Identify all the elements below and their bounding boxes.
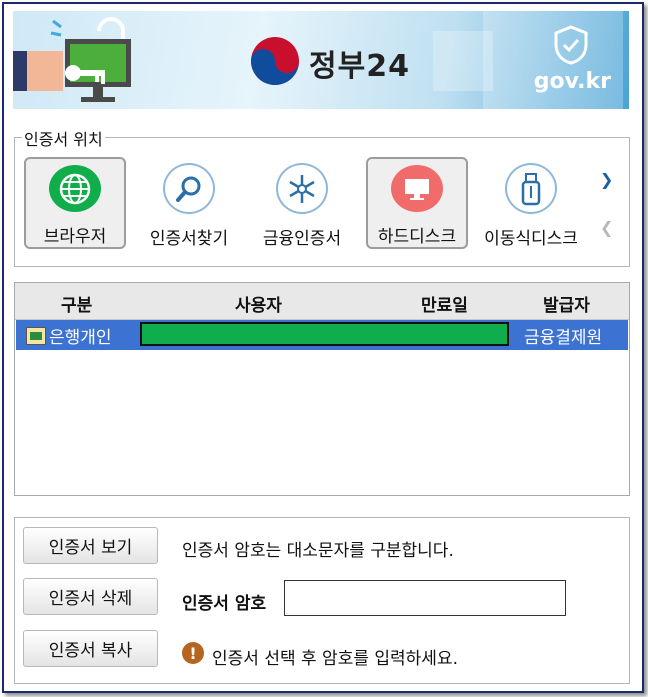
shield-check-icon	[554, 25, 588, 65]
header-user: 사용자	[235, 296, 282, 316]
cert-table-header: 구분 사용자 만료일 발급자	[15, 283, 629, 320]
monitor-icon	[391, 165, 443, 212]
usb-icon	[505, 163, 557, 214]
cert-location-legend: 인증서 위치	[22, 126, 105, 150]
scroll-right-icon[interactable]: ❯	[600, 170, 613, 189]
password-input[interactable]	[284, 580, 566, 616]
copy-cert-button[interactable]: 인증서 복사	[23, 630, 158, 667]
delete-cert-button[interactable]: 인증서 삭제	[23, 578, 158, 615]
password-label: 인증서 암호	[182, 594, 267, 614]
location-browser-label: 브라우저	[43, 227, 107, 247]
redacted-user-expiry	[140, 322, 509, 346]
table-row[interactable]: 은행개인 금융결제원	[16, 320, 628, 350]
search-icon	[163, 163, 215, 214]
row-category: 은행개인	[26, 323, 112, 348]
location-search-label: 인증서찾기	[149, 229, 229, 249]
location-harddisk-label: 하드디스크	[377, 227, 457, 247]
location-usb-label: 이동식디스크	[484, 229, 578, 249]
location-harddisk[interactable]: 하드디스크	[366, 157, 468, 249]
row-category-label: 은행개인	[49, 328, 112, 348]
gov24-banner: 정부24 gov.kr	[13, 11, 629, 109]
banner-gov-kr: gov.kr	[533, 69, 611, 94]
scroll-left-icon[interactable]: ❮	[600, 218, 613, 237]
certificate-icon	[26, 326, 46, 345]
banner-title: 정부24	[309, 49, 410, 84]
financial-cert-icon	[276, 163, 328, 214]
location-usb[interactable]: 이동식디스크	[480, 157, 582, 249]
header-category: 구분	[61, 296, 93, 316]
password-hint: 인증서 선택 후 암호를 입력하세요.	[212, 649, 458, 669]
warning-icon: !	[182, 642, 204, 664]
header-expiry: 만료일	[421, 296, 468, 316]
taegeuk-logo-icon	[251, 37, 299, 85]
cert-table: 구분 사용자 만료일 발급자 은행개인 금융결제원	[14, 282, 630, 496]
location-search[interactable]: 인증서찾기	[138, 157, 240, 249]
location-financial-cert-label: 금융인증서	[262, 229, 342, 249]
view-cert-button[interactable]: 인증서 보기	[23, 527, 158, 564]
globe-icon	[49, 165, 101, 212]
case-sensitivity-note: 인증서 암호는 대소문자를 구분합니다.	[182, 541, 454, 561]
row-issuer: 금융결제원	[524, 328, 603, 348]
location-financial-cert[interactable]: 금융인증서	[251, 157, 353, 249]
location-browser[interactable]: 브라우저	[24, 157, 126, 249]
unlock-computer-icon	[13, 17, 131, 102]
header-issuer: 발급자	[543, 296, 590, 316]
